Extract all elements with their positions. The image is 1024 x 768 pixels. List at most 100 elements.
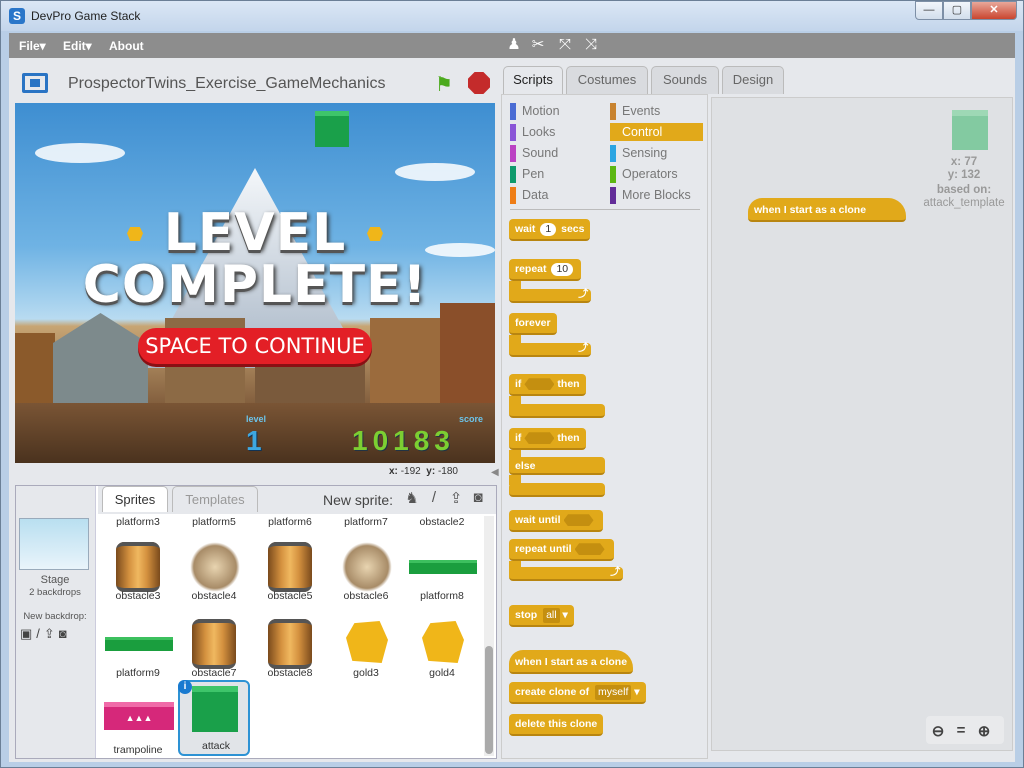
script-canvas[interactable]: when I start as a clone x: 77 y: 132 bas…	[711, 97, 1013, 751]
gold-thumb	[346, 621, 388, 663]
camera-sprite-icon[interactable]: ◙	[469, 489, 487, 507]
minimize-button[interactable]: —	[915, 1, 943, 20]
sprite-name: platform8	[420, 590, 464, 602]
sprite-preview-thumb	[952, 110, 988, 150]
info-icon[interactable]: i	[178, 680, 192, 694]
tab-design[interactable]: Design	[722, 66, 784, 94]
sprite-name: attack	[201, 740, 230, 752]
category-sensing[interactable]: Sensing	[610, 144, 703, 162]
category-control[interactable]: Control	[610, 123, 703, 141]
green-flag-icon[interactable]: ⚑	[435, 72, 453, 97]
sprite-list: platform3 platform5 platform6 platform7 …	[100, 516, 480, 756]
sprite-tile[interactable]: obstacle4	[178, 526, 250, 603]
category-operators[interactable]: Operators	[610, 165, 703, 183]
attack-sprite[interactable]	[315, 111, 349, 147]
level-label: level	[246, 414, 267, 424]
category-looks[interactable]: Looks	[510, 123, 603, 141]
menu-edit[interactable]: Edit▾	[63, 39, 92, 53]
sprite-library-icon[interactable]: ♞	[403, 489, 421, 507]
tab-costumes[interactable]: Costumes	[566, 66, 648, 94]
explosion-thumb	[342, 542, 392, 592]
tab-sounds[interactable]: Sounds	[651, 66, 719, 94]
block-palette: Motion Looks Sound Pen Data Events Contr…	[501, 94, 708, 759]
window-title: DevPro Game Stack	[31, 9, 141, 23]
tab-sprites[interactable]: Sprites	[102, 486, 168, 512]
cut-scissors-icon[interactable]: ✂	[529, 36, 547, 54]
collapse-arrow-icon[interactable]: ◀	[491, 467, 499, 478]
upload-sprite-icon[interactable]: ⇪	[447, 489, 465, 507]
brush-icon[interactable]: /	[36, 626, 44, 641]
trampoline-thumb: ▲▲▲	[104, 702, 174, 730]
c-block-foot	[509, 483, 605, 497]
category-more-blocks[interactable]: More Blocks	[610, 186, 703, 204]
sprite-name: obstacle6	[343, 590, 389, 602]
sprite-tile[interactable]: obstacle8	[254, 603, 326, 680]
sprite-tile[interactable]: obstacle6	[330, 526, 402, 603]
paint-sprite-icon[interactable]: /	[425, 489, 443, 507]
block-stop[interactable]: stop all ▾	[509, 605, 574, 627]
zoom-out-icon[interactable]: ⊖	[929, 722, 947, 740]
grow-icon[interactable]: ⤧	[556, 36, 574, 54]
stage-thumbnail[interactable]	[19, 518, 89, 570]
platform-thumb	[105, 637, 173, 651]
sprite-tile[interactable]: obstacle5	[254, 526, 326, 603]
tab-scripts[interactable]: Scripts	[503, 66, 563, 96]
explosion-thumb	[190, 542, 240, 592]
block-repeat[interactable]: repeat 10	[509, 259, 582, 281]
sprite-tile[interactable]: ▲▲▲ trampoline	[102, 680, 174, 756]
zoom-in-icon[interactable]: ⊕	[975, 722, 993, 740]
sprite-y: y: 132	[947, 169, 981, 181]
block-wait[interactable]: wait 1 secs	[509, 219, 591, 241]
block-create-clone[interactable]: create clone of myself ▾	[509, 682, 646, 704]
sprite-name: obstacle7	[191, 667, 237, 679]
sprite-tile-selected[interactable]: i attack	[178, 680, 250, 756]
block-if-then[interactable]: if then	[509, 374, 586, 396]
sprite-name: obstacle8	[267, 667, 313, 679]
loop-arrow-icon: ⤴	[509, 567, 623, 581]
shrink-icon[interactable]: ⤨	[582, 36, 600, 54]
block-when-clone[interactable]: when I start as a clone	[509, 650, 634, 674]
sprite-tile[interactable]: obstacle7	[178, 603, 250, 680]
tab-templates[interactable]: Templates	[172, 486, 258, 512]
sprite-name: gold3	[353, 667, 379, 679]
sprite-tile[interactable]: platform8	[406, 526, 478, 603]
upload-icon[interactable]: ⇪	[44, 626, 59, 641]
new-sprite-label: New sprite:	[323, 492, 394, 508]
camera-icon[interactable]: ◙	[59, 626, 71, 641]
sprite-pane: Stage 2 backdrops New backdrop: ▣/⇪◙ Spr…	[15, 485, 497, 759]
block-if-else[interactable]: if then	[509, 428, 586, 450]
block-wait-until[interactable]: wait until	[509, 510, 603, 532]
duplicate-stamp-icon[interactable]: ♟	[505, 36, 523, 54]
stage-canvas[interactable]: LEVEL COMPLETE! SPACE TO CONTINUE level …	[15, 103, 495, 463]
barrel-thumb	[268, 619, 312, 669]
sprite-tile[interactable]: platform9	[102, 603, 174, 680]
close-button[interactable]: ✕	[971, 1, 1017, 20]
category-data[interactable]: Data	[510, 186, 603, 204]
fullscreen-icon[interactable]	[22, 73, 48, 93]
maximize-button[interactable]: ▢	[943, 1, 971, 20]
script-hat-when-clone[interactable]: when I start as a clone	[748, 198, 906, 222]
category-events[interactable]: Events	[610, 102, 703, 120]
zoom-reset-icon[interactable]: =	[952, 722, 970, 740]
based-on-label: based on:	[936, 184, 992, 196]
sprite-tile[interactable]: gold3	[330, 603, 402, 680]
menu-about[interactable]: About	[109, 39, 144, 53]
sprite-tile[interactable]: gold4	[406, 603, 478, 680]
sprite-tile[interactable]: obstacle3	[102, 526, 174, 603]
block-repeat-until[interactable]: repeat until	[509, 539, 614, 561]
green-square-thumb	[192, 686, 238, 732]
barrel-thumb	[192, 619, 236, 669]
space-to-continue-banner: SPACE TO CONTINUE	[138, 328, 372, 364]
category-motion[interactable]: Motion	[510, 102, 603, 120]
menu-file[interactable]: File▾	[19, 39, 46, 53]
category-pen[interactable]: Pen	[510, 165, 603, 183]
sprite-name: obstacle5	[267, 590, 313, 602]
paint-backdrop-icon[interactable]: ▣	[20, 626, 36, 641]
category-sound[interactable]: Sound	[510, 144, 603, 162]
block-delete-clone[interactable]: delete this clone	[509, 714, 604, 736]
new-backdrop-label: New backdrop:	[23, 611, 87, 622]
sprite-scrollbar[interactable]	[484, 516, 494, 756]
block-forever[interactable]: forever	[509, 313, 557, 335]
stop-sign-icon[interactable]	[468, 72, 490, 94]
project-title[interactable]: ProspectorTwins_Exercise_GameMechanics	[68, 75, 385, 93]
